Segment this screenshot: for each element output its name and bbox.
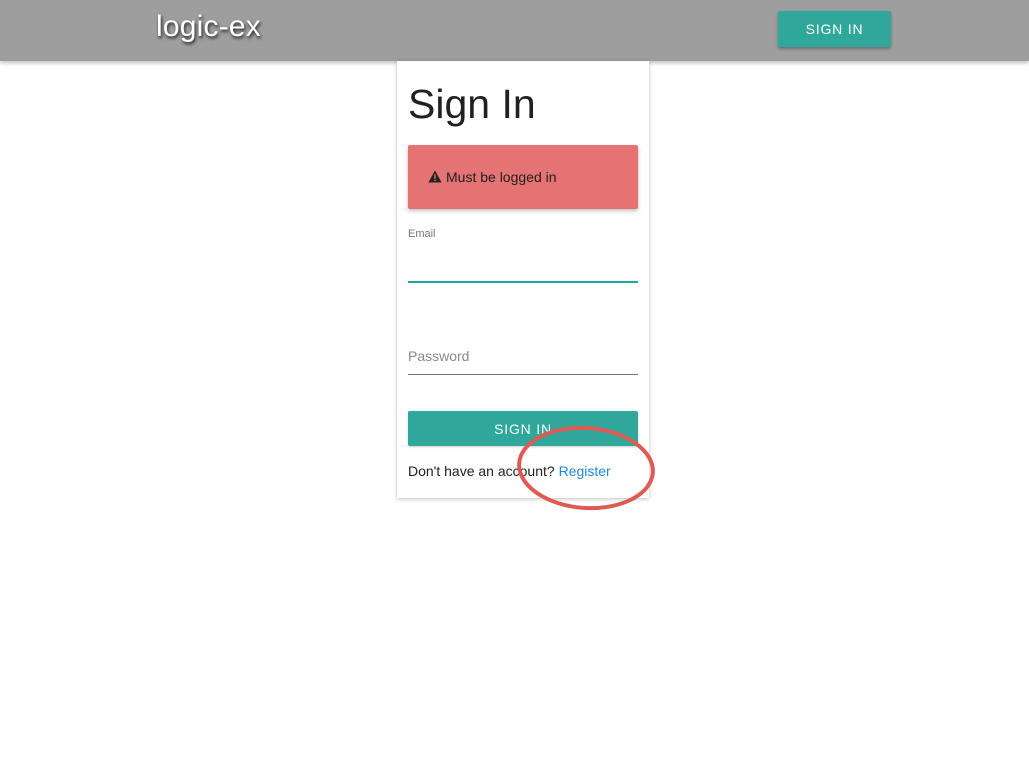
alert-message: Must be logged in	[446, 169, 557, 185]
register-prompt: Don't have an account?	[408, 463, 559, 479]
password-field[interactable]	[408, 337, 638, 375]
app-bar: logic-ex SIGN IN	[0, 0, 1029, 61]
page-title: Sign In	[408, 81, 536, 127]
signin-submit-button[interactable]: SIGN IN	[408, 411, 638, 446]
signin-card: Sign In Must be logged in Email SIGN IN …	[397, 61, 649, 498]
warning-icon	[428, 170, 442, 183]
email-field[interactable]	[408, 243, 638, 283]
register-row: Don't have an account? Register	[408, 463, 611, 479]
email-label: Email	[408, 228, 436, 240]
brand-logo[interactable]: logic-ex	[156, 10, 261, 44]
register-link[interactable]: Register	[559, 463, 611, 479]
nav-signin-button[interactable]: SIGN IN	[778, 11, 891, 47]
error-alert: Must be logged in	[408, 145, 638, 209]
